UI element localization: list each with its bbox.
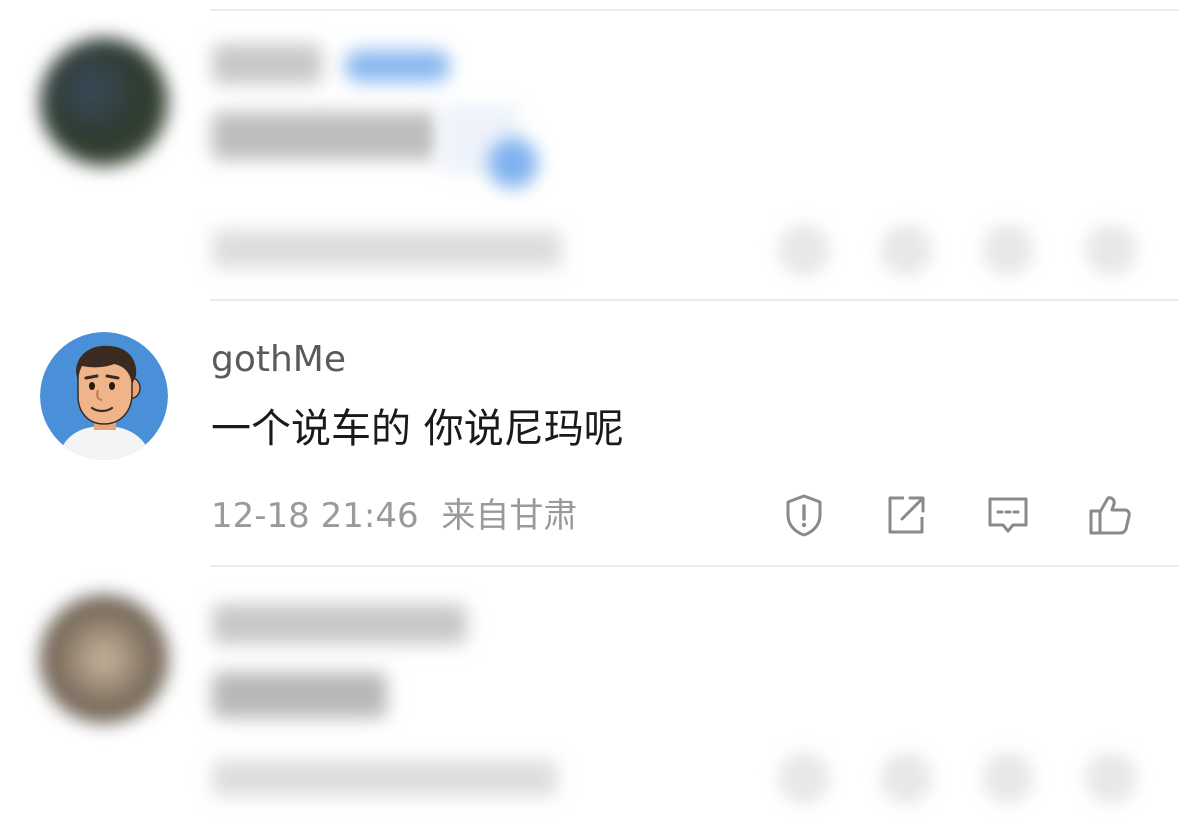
reply-button[interactable]	[983, 490, 1033, 540]
username[interactable]: gothMe	[211, 338, 346, 382]
thumbs-up-icon	[1089, 496, 1131, 535]
comment-meta: 12-18 21:46 来自甘肃	[211, 494, 577, 538]
meta-obscured	[212, 230, 562, 268]
emoji-obscured	[488, 138, 538, 188]
username-obscured	[212, 604, 467, 644]
comment-list: gothMe 一个说车的 你说尼玛呢 12-18 21:46 来自甘肃	[0, 0, 1179, 821]
comment-text-obscured	[212, 672, 387, 718]
avatar[interactable]	[40, 38, 168, 166]
share-icon[interactable]	[880, 752, 932, 804]
badge-obscured	[345, 50, 450, 82]
like-icon[interactable]	[1085, 752, 1137, 804]
report-button[interactable]	[779, 490, 829, 540]
username-obscured	[212, 44, 322, 84]
avatar[interactable]	[40, 332, 168, 460]
share-button[interactable]	[881, 490, 931, 540]
comment-text-obscured	[212, 112, 437, 160]
avatar[interactable]	[40, 595, 168, 723]
like-button[interactable]	[1085, 490, 1135, 540]
shield-exclamation-icon	[786, 494, 822, 537]
share-icon[interactable]	[880, 224, 932, 276]
comment-location: 来自甘肃	[441, 496, 578, 536]
report-icon[interactable]	[778, 224, 830, 276]
comment-bubble-icon	[988, 497, 1028, 533]
comment-time: 12-18 21:46	[211, 496, 419, 536]
reply-icon[interactable]	[982, 224, 1034, 276]
divider	[210, 299, 1179, 301]
reply-icon[interactable]	[982, 752, 1034, 804]
meta-obscured	[212, 760, 557, 796]
report-icon[interactable]	[778, 752, 830, 804]
like-icon[interactable]	[1085, 224, 1137, 276]
divider	[210, 9, 1179, 11]
avatar-illustration	[40, 332, 168, 460]
share-external-icon	[888, 496, 925, 534]
divider	[210, 565, 1179, 567]
comment-text: 一个说车的 你说尼玛呢	[211, 406, 624, 452]
